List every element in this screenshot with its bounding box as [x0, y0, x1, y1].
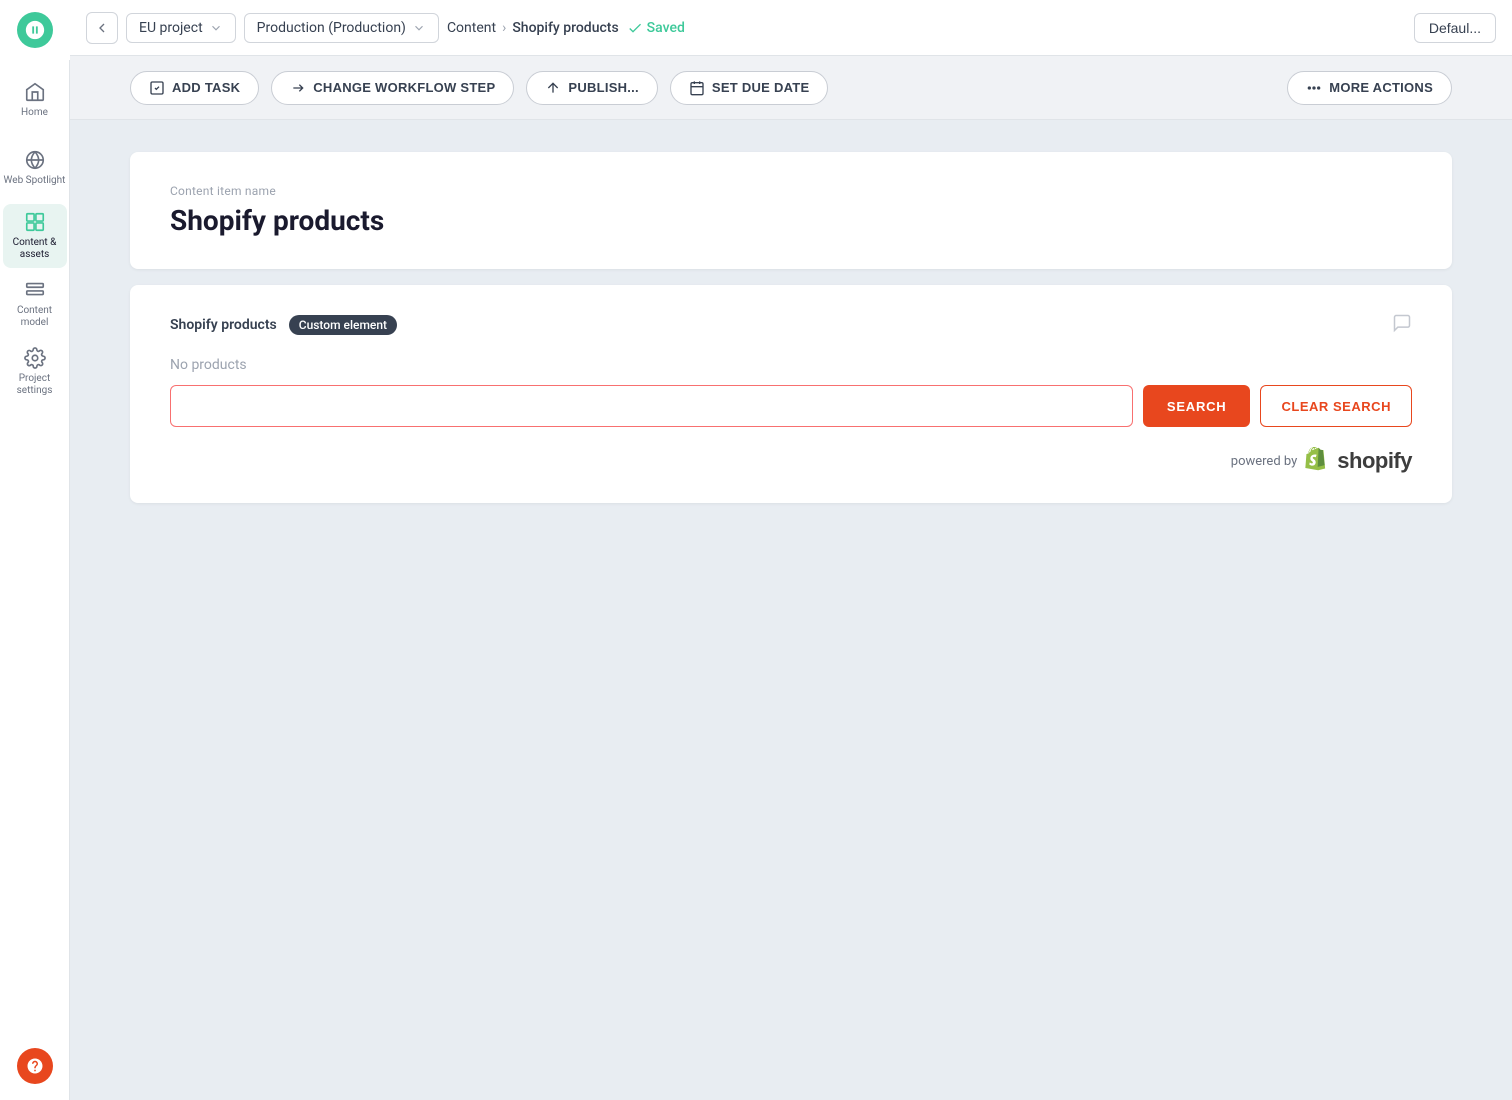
sidebar-item-content-model[interactable]: Content model — [3, 272, 67, 336]
publish-icon — [545, 80, 561, 96]
topbar: EU project Production (Production) Conte… — [70, 0, 1512, 56]
home-icon — [24, 81, 46, 103]
add-task-icon — [149, 80, 165, 96]
app-logo[interactable] — [0, 0, 70, 60]
content-area: Content item name Shopify products Shopi… — [70, 120, 1512, 1100]
back-button[interactable] — [86, 12, 118, 44]
sidebar-item-content-assets-label: Content & assets — [3, 237, 67, 261]
saved-checkmark-icon — [627, 20, 643, 36]
shopify-section-header: Shopify products Custom element — [170, 313, 1412, 337]
content-title-card: Content item name Shopify products — [130, 152, 1452, 269]
shopify-logo: shopify — [1305, 447, 1412, 475]
sidebar-item-content-assets[interactable]: Content & assets — [3, 204, 67, 268]
shopify-section-header-right — [1392, 313, 1412, 337]
breadcrumb: Content › Shopify products — [447, 20, 619, 36]
custom-element-badge: Custom element — [289, 315, 397, 335]
content-item-name-label: Content item name — [170, 184, 1412, 198]
publish-label: PUBLISH... — [568, 80, 639, 95]
no-products-label: No products — [170, 357, 1412, 373]
project-settings-icon — [24, 347, 46, 369]
environment-selector[interactable]: Production (Production) — [244, 13, 439, 43]
sidebar-nav: Home Web Spotlight Content & assets — [0, 60, 69, 404]
sidebar-item-home[interactable]: Home — [3, 68, 67, 132]
set-due-date-icon — [689, 80, 705, 96]
shopify-section-label: Shopify products — [170, 317, 277, 333]
project-selector-label: EU project — [139, 20, 203, 36]
main-content: EU project Production (Production) Conte… — [70, 0, 1512, 1100]
search-input[interactable] — [170, 385, 1133, 427]
project-selector[interactable]: EU project — [126, 13, 236, 43]
sidebar-item-content-model-label: Content model — [3, 305, 67, 329]
add-task-label: ADD TASK — [172, 80, 240, 95]
sidebar-item-home-label: Home — [21, 107, 48, 119]
content-model-icon — [24, 279, 46, 301]
environment-selector-label: Production (Production) — [257, 20, 406, 36]
shopify-text: shopify — [1337, 448, 1412, 474]
set-due-date-label: SET DUE DATE — [712, 80, 810, 95]
breadcrumb-root: Content — [447, 20, 496, 36]
sidebar: Home Web Spotlight Content & assets — [0, 0, 70, 1100]
content-title: Shopify products — [170, 204, 1412, 237]
web-spotlight-icon — [24, 149, 46, 171]
default-button[interactable]: Defaul... — [1414, 13, 1496, 43]
more-actions-icon — [1306, 80, 1322, 96]
breadcrumb-separator: › — [502, 20, 506, 36]
sidebar-item-project-settings-label: Project settings — [3, 373, 67, 397]
actionbar: ADD TASK CHANGE WORKFLOW STEP PUBLISH...… — [70, 56, 1512, 120]
search-row: SEARCH CLEAR SEARCH — [170, 385, 1412, 427]
saved-badge: Saved — [627, 20, 685, 36]
logo-icon — [24, 19, 46, 41]
environment-selector-chevron — [412, 21, 426, 35]
topbar-right: Defaul... — [1414, 13, 1496, 43]
breadcrumb-current: Shopify products — [512, 20, 618, 36]
change-workflow-button[interactable]: CHANGE WORKFLOW STEP — [271, 71, 514, 105]
search-button[interactable]: SEARCH — [1143, 385, 1251, 427]
change-workflow-icon — [290, 80, 306, 96]
powered-by: powered by shopify — [170, 447, 1412, 475]
comment-icon[interactable] — [1392, 318, 1412, 337]
saved-label: Saved — [647, 20, 685, 36]
add-task-button[interactable]: ADD TASK — [130, 71, 259, 105]
support-icon — [26, 1057, 44, 1075]
set-due-date-button[interactable]: SET DUE DATE — [670, 71, 829, 105]
more-actions-label: MORE ACTIONS — [1329, 80, 1433, 95]
sidebar-bottom — [17, 1048, 53, 1100]
clear-search-button[interactable]: CLEAR SEARCH — [1260, 385, 1412, 427]
back-icon — [94, 20, 110, 36]
more-actions-button[interactable]: MORE ACTIONS — [1287, 71, 1452, 105]
powered-by-label: powered by — [1231, 454, 1298, 469]
shopify-logo-icon — [1305, 447, 1333, 475]
change-workflow-label: CHANGE WORKFLOW STEP — [313, 80, 495, 95]
sidebar-item-project-settings[interactable]: Project settings — [3, 340, 67, 404]
support-button[interactable] — [17, 1048, 53, 1084]
sidebar-item-web-spotlight-label: Web Spotlight — [4, 175, 66, 187]
search-input-wrapper — [170, 385, 1133, 427]
content-assets-icon — [24, 211, 46, 233]
project-selector-chevron — [209, 21, 223, 35]
publish-button[interactable]: PUBLISH... — [526, 71, 658, 105]
shopify-section: Shopify products Custom element No produ… — [130, 285, 1452, 503]
sidebar-item-web-spotlight[interactable]: Web Spotlight — [3, 136, 67, 200]
